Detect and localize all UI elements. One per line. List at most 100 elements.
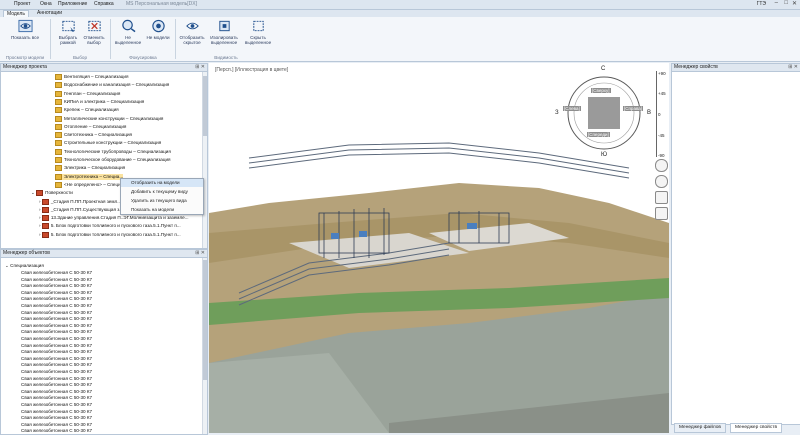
object-list-item[interactable]: Свая железобетонная С 50-30 К7 — [21, 369, 92, 374]
object-list-item[interactable]: Свая железобетонная С 50-30 К7 — [21, 402, 92, 407]
context-menu: Отобразить на модели Добавить к текущему… — [120, 178, 204, 215]
object-list-item[interactable]: Свая железобетонная С 50-30 К7 — [21, 303, 92, 308]
object-list-item[interactable]: Свая железобетонная С 50-30 К7 — [21, 296, 92, 301]
pan-icon[interactable] — [655, 207, 668, 220]
project-tree-item[interactable]: Вентиляция – Специализация — [55, 74, 129, 80]
object-list-item[interactable]: Свая железобетонная С 50-30 К7 — [21, 382, 92, 387]
menu-windows[interactable]: Окна — [40, 1, 52, 7]
object-list-item[interactable]: Свая железобетонная С 50-30 К7 — [21, 329, 92, 334]
object-list-item[interactable]: Свая железобетонная С 50-30 К7 — [21, 389, 92, 394]
object-list-item[interactable]: Свая железобетонная С 50-30 К7 — [21, 362, 92, 367]
object-list-item[interactable]: Свая железобетонная С 50-30 К7 — [21, 270, 92, 275]
project-tree-item[interactable]: КИПиА и электрика – Специализация — [55, 98, 144, 105]
tab-property-manager[interactable]: Менеджер свойств — [730, 423, 782, 433]
tab-annotations[interactable]: Аннотации — [34, 10, 65, 17]
project-tree-item[interactable]: <Не определено> – Специ... — [55, 181, 124, 188]
surfaces-group[interactable]: ⌄ Поверхности — [31, 190, 73, 197]
scale-label: -90 — [658, 153, 665, 158]
object-list-item[interactable]: Свая железобетонная С 50-30 К7 — [21, 356, 92, 361]
3d-viewport[interactable]: [Персп.] [Иллюстрация в цвете] С Ю З В [… — [209, 63, 669, 433]
ctx-add-to-view[interactable]: Добавить к текущему виду — [121, 188, 203, 196]
object-list-item[interactable]: Свая железобетонная С 50-30 К7 — [21, 316, 92, 321]
object-list-item[interactable]: Свая железобетонная С 50-30 К7 — [21, 395, 92, 400]
not-model-button[interactable]: Не модели — [142, 19, 174, 51]
project-tree-label: Электротехника – Специа... — [64, 173, 124, 179]
object-list-item[interactable]: Свая железобетонная С 50-30 К7 — [21, 409, 92, 414]
project-tree-item[interactable]: Крепеж – Специализация — [55, 107, 119, 114]
divider — [110, 19, 111, 59]
ctx-show-on-model[interactable]: Отобразить на модели — [121, 179, 203, 187]
project-tree-item[interactable]: Отопление – Специализация — [55, 123, 127, 130]
tab-file-manager[interactable]: Менеджер файлов — [674, 423, 726, 433]
panel-pin-close-icon[interactable]: ⊞ ✕ — [788, 64, 798, 71]
object-manager-panel: Менеджер объектов ⊞ ✕ ⌄ Специализация Св… — [0, 249, 208, 435]
close-button[interactable]: ✕ — [792, 0, 797, 7]
object-list-item[interactable]: Свая железобетонная С 50-30 К7 — [21, 343, 92, 348]
object-list-item[interactable]: Свая железобетонная С 50-30 К7 — [21, 422, 92, 427]
title-bar: Проект Окна Приложение Справка MS Персон… — [0, 0, 800, 10]
surface-item[interactable]: › _Стадия П.ПП.Существующая з... — [39, 206, 123, 213]
view-right[interactable]: [Справа] — [623, 106, 644, 111]
hide-selected-button[interactable]: Скрыть выделенное — [242, 19, 274, 51]
object-list-item[interactable]: Свая железобетонная С 50-30 К7 — [21, 283, 92, 288]
view-left[interactable]: [Слева] — [563, 106, 581, 111]
frame-select-icon — [61, 20, 75, 32]
language-indicator[interactable]: ГТЭ — [757, 1, 766, 7]
object-list-item[interactable]: Свая железобетонная С 50-30 К7 — [21, 336, 92, 341]
project-tree-item[interactable]: Строительные конструкции – Специализация — [55, 140, 161, 147]
menu-help[interactable]: Справка — [94, 1, 114, 7]
surface-item[interactable]: › 5. Блок подготовки топливного и пусков… — [39, 231, 181, 238]
project-tree-item[interactable]: Технологическое оборудование – Специализ… — [55, 157, 171, 163]
panel-pin-close-icon[interactable]: ⊞ ✕ — [195, 250, 205, 257]
compass-south[interactable]: Ю — [601, 152, 607, 158]
orbit-control-icon[interactable] — [655, 159, 668, 172]
project-tree-item[interactable]: Светотехника – Специализация — [55, 132, 132, 139]
layers-icon[interactable] — [655, 191, 668, 204]
project-tree-item[interactable]: Водоснабжение и канализация – Специализа… — [55, 82, 169, 89]
project-scrollbar[interactable] — [202, 72, 207, 248]
object-list-item[interactable]: Свая железобетонная С 50-30 К7 — [21, 290, 92, 295]
menu-project[interactable]: Проект — [14, 1, 30, 7]
surface-item[interactable]: › 5. Блок подготовки топливного и пусков… — [39, 223, 181, 230]
project-tree-item[interactable]: Технологические трубопроводы – Специализ… — [55, 148, 171, 155]
object-list-item[interactable]: Свая железобетонная С 50-30 К7 — [21, 415, 92, 420]
ctx-remove-from-view[interactable]: Удалить из текущего вида — [121, 197, 203, 205]
rotate-control-icon[interactable] — [655, 175, 668, 188]
menu-application[interactable]: Приложение — [58, 1, 87, 7]
object-list-item[interactable]: Свая железобетонная С 50-30 К7 — [21, 310, 92, 315]
surface-icon — [41, 215, 49, 222]
object-list-item[interactable]: Свая железобетонная С 50-30 К7 — [21, 349, 92, 354]
object-list-item[interactable]: Свая железобетонная С 50-30 К7 — [21, 277, 92, 282]
tree-root[interactable]: ⌄ Специализация — [5, 263, 44, 269]
surface-item[interactable]: › _Стадия П.ПП.Проектная земл... — [39, 198, 121, 205]
view-front[interactable]: [Спереди] — [587, 132, 610, 137]
maximize-button[interactable]: □ — [784, 0, 788, 6]
ctx-show-model[interactable]: Показать на модели — [121, 206, 203, 214]
surface-item[interactable]: › 13.Здание управления.Стадия П..ЭГ.Молн… — [39, 215, 189, 222]
deselect-button[interactable]: Отменить выбор — [78, 19, 110, 51]
show-hidden-button[interactable]: Отобразить скрытое — [176, 19, 208, 51]
object-list-item[interactable]: Свая железобетонная С 50-30 К7 — [21, 376, 92, 381]
compass-north[interactable]: С — [601, 66, 605, 72]
project-tree-label: Отопление – Специализация — [64, 124, 127, 130]
minimize-button[interactable]: – — [775, 0, 778, 6]
compass-west[interactable]: З — [555, 110, 559, 116]
project-tree-item[interactable]: Металлические конструкции – Специализаци… — [55, 115, 163, 122]
project-tree-label: Крепеж – Специализация — [64, 107, 119, 113]
surface-label: 5. Блок подготовки топливного и пусковог… — [50, 231, 181, 237]
object-scrollbar[interactable] — [202, 258, 207, 434]
pitch-scale[interactable]: +90 +45 0 -45 -90 — [656, 71, 668, 161]
view-compass[interactable]: С Ю З В [Сверху] [Слева] [Справа] [Спере… — [555, 66, 651, 158]
project-tree-item[interactable]: Электротехника – Специа... — [55, 173, 124, 180]
panel-pin-close-icon[interactable]: ⊞ ✕ — [195, 64, 205, 71]
not-model-label: Не модели — [146, 35, 170, 40]
object-list-item[interactable]: Свая железобетонная С 50-30 К7 — [21, 323, 92, 328]
properties-panel: Менеджер свойств ⊞ ✕ — [671, 63, 800, 425]
not-selected-button[interactable]: Не выделенное — [112, 19, 144, 51]
project-tree-item[interactable]: Электрика – Специализация — [55, 165, 125, 172]
view-top[interactable]: [Сверху] — [591, 88, 611, 93]
show-all-button[interactable]: Показать все — [6, 19, 44, 51]
isolate-selected-button[interactable]: Изолировать выделенное — [208, 19, 240, 51]
compass-east[interactable]: В — [647, 110, 651, 116]
project-tree-item[interactable]: Генплан – Специализация — [55, 90, 120, 97]
